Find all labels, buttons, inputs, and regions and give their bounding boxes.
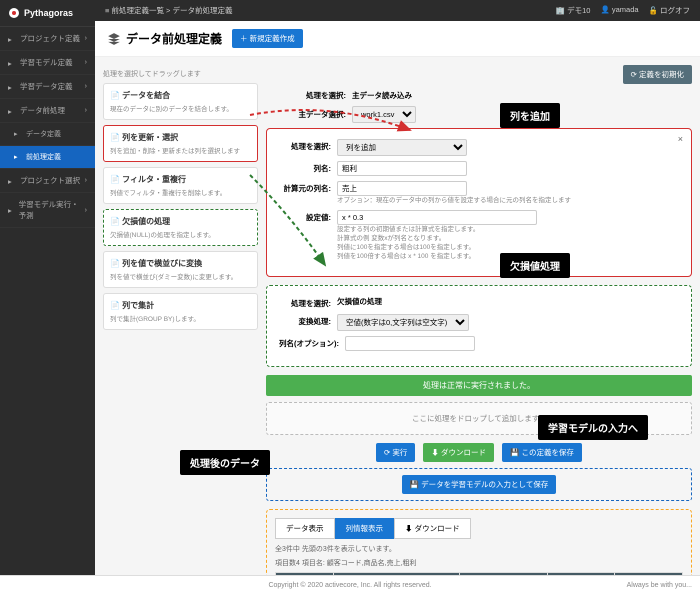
src-col-input[interactable]: [337, 181, 467, 196]
nav-item[interactable]: ▸学習モデル定義›: [0, 51, 95, 75]
data-section: データ表示 列情報表示 ⬇ ダウンロード 全3件中 先頭の3件を表示しています。…: [266, 509, 692, 575]
conv-select[interactable]: 空値(数字は0,文字列は空文字): [337, 314, 469, 331]
palette: 処理を選択してドラッグします 📄 データを結合現在のデータに別のデータを結合しま…: [103, 65, 258, 567]
save-def-button[interactable]: 💾 この定義を保存: [502, 443, 582, 462]
palette-item[interactable]: 📄 データを結合現在のデータに別のデータを結合します。: [103, 83, 258, 120]
logo: Pythagoras: [0, 0, 95, 27]
success-bar: 処理は正常に実行されました。: [266, 375, 692, 396]
col-name-input[interactable]: [337, 161, 467, 176]
palette-item[interactable]: 📄 欠損値の処理欠損値(NULL)の処理を指定します。: [103, 209, 258, 246]
close-icon[interactable]: ×: [678, 134, 683, 144]
breadcrumb: ≡ 前処理定義一覧 > データ前処理定義: [105, 5, 556, 16]
proc-select-1[interactable]: 列を追加: [337, 139, 467, 156]
run-button[interactable]: ⟳ 実行: [376, 443, 415, 462]
tab-data[interactable]: データ表示: [275, 518, 335, 539]
palette-item[interactable]: 📄 列を更新・選択列を追加・削除・更新または列を選択します: [103, 125, 258, 162]
tab-colinfo[interactable]: 列情報表示: [335, 518, 395, 539]
nav-item[interactable]: ▸学習データ定義›: [0, 75, 95, 99]
procsel-label: 処理を選択:: [291, 90, 346, 101]
reset-button[interactable]: ⟳ 定義を初期化: [623, 65, 692, 84]
topbar: ≡ 前処理定義一覧 > データ前処理定義 🏢 デモ10 👤 yamada 🔓 ロ…: [95, 0, 700, 21]
callout-afterdata: 処理後のデータ: [180, 450, 270, 475]
main-data-select[interactable]: work1.csv: [352, 106, 416, 123]
nav-item[interactable]: ▸プロジェクト選択›: [0, 169, 95, 193]
nav-item[interactable]: ▸プロジェクト定義›: [0, 27, 95, 51]
colopt-input[interactable]: [345, 336, 475, 351]
new-definition-button[interactable]: ＋ 新規定義作成: [232, 29, 303, 48]
data-info2: 項目数4 項目名: 顧客コード,商品名,売上,粗利: [275, 558, 683, 568]
logout-link[interactable]: 🔓 ログオフ: [649, 5, 690, 16]
set-val-input[interactable]: [337, 210, 537, 225]
palette-hint: 処理を選択してドラッグします: [103, 65, 258, 83]
download-button[interactable]: ⬇ ダウンロード: [423, 443, 494, 462]
logo-icon: [8, 7, 20, 19]
main-data-label: 主データ選択:: [291, 109, 346, 120]
save-model-button[interactable]: 💾 データを学習モデルの入力として保存: [402, 475, 557, 494]
canvas: ⟳ 定義を初期化 処理を選択: 主データ読み込み 主データ選択: work1.c…: [266, 65, 692, 567]
main-data-procsel: 主データ読み込み: [352, 90, 412, 101]
palette-item[interactable]: 📄 フィルタ・重複行列値でフィルタ・重複行を削除します。: [103, 167, 258, 204]
footer: Copyright © 2020 activecore, Inc. All ri…: [0, 575, 700, 594]
page-header: データ前処理定義 ＋ 新規定義作成: [95, 21, 700, 57]
palette-item[interactable]: 📄 列を値で横並びに変換列を値で横並び(ダミー変数)に変更します。: [103, 251, 258, 288]
proc-box-addcol: × 処理を選択:列を追加 列名: 計算元の列名:オプション：現在のデータ中の列か…: [266, 128, 692, 277]
page-title: データ前処理定義: [107, 30, 222, 47]
main: ≡ 前処理定義一覧 > データ前処理定義 🏢 デモ10 👤 yamada 🔓 ロ…: [95, 0, 700, 575]
nav-item[interactable]: ▸学習モデル実行・予測›: [0, 193, 95, 228]
proc-box-missing: 処理を選択:欠損値の処理 変換処理:空値(数字は0,文字列は空文字) 列名(オプ…: [266, 285, 692, 367]
sidebar: Pythagoras ▸プロジェクト定義›▸学習モデル定義›▸学習データ定義›▸…: [0, 0, 95, 575]
nav-item[interactable]: ▸前処理定義: [0, 146, 95, 169]
demo-label: 🏢 デモ10: [556, 5, 591, 16]
nav-item[interactable]: ▸データ前処理›: [0, 99, 95, 123]
user-label: 👤 yamada: [600, 5, 638, 16]
tab-download[interactable]: ⬇ ダウンロード: [394, 518, 471, 539]
palette-item[interactable]: 📄 列で集計列で集計(GROUP BY)します。: [103, 293, 258, 330]
layers-icon: [107, 32, 121, 46]
data-info1: 全3件中 先頭の3件を表示しています。: [275, 544, 683, 554]
callout-addcol: 列を追加: [500, 103, 560, 128]
callout-missing: 欠損値処理: [500, 253, 570, 278]
nav-item[interactable]: ▸データ定義: [0, 123, 95, 146]
callout-modelinput: 学習モデルの入力へ: [538, 415, 648, 440]
save-model-wrap: 💾 データを学習モデルの入力として保存: [266, 468, 692, 501]
